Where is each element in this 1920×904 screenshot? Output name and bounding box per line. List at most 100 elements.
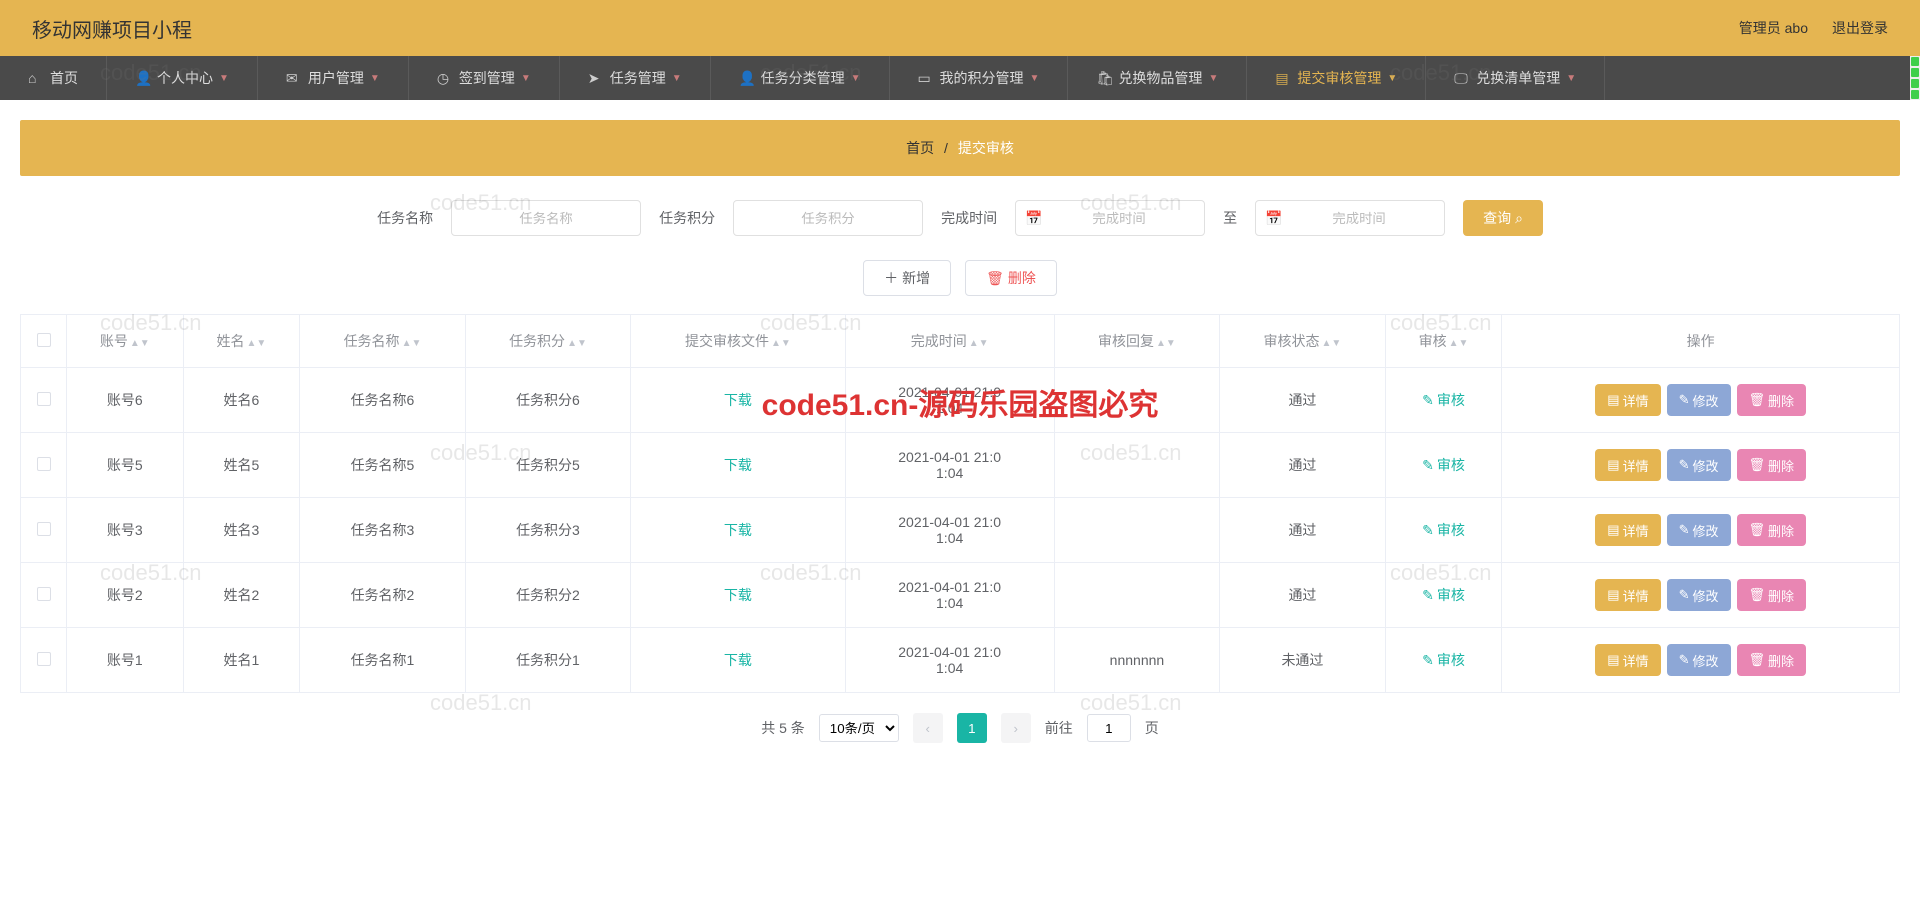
- row-checkbox[interactable]: [37, 392, 51, 406]
- edit-icon: ✎: [1679, 587, 1690, 603]
- app-title: 移动网赚项目小程: [32, 14, 192, 43]
- col-4[interactable]: 提交审核文件▲▼: [631, 315, 845, 368]
- filter-time-from[interactable]: [1015, 200, 1205, 236]
- edit-icon: ✎: [1422, 652, 1434, 669]
- detail-button[interactable]: ▤详情: [1595, 514, 1660, 546]
- audit-link[interactable]: ✎审核: [1422, 390, 1465, 410]
- pagination: 共 5 条 10条/页 ‹ 1 › 前往 页: [20, 693, 1900, 763]
- row-checkbox[interactable]: [37, 652, 51, 666]
- col-8[interactable]: 审核▲▼: [1385, 315, 1502, 368]
- nav-item-4[interactable]: ➤任务管理▼: [560, 56, 711, 100]
- table-row: 账号1 姓名1 任务名称1 任务积分1 下载 2021-04-01 21:01:…: [21, 628, 1900, 693]
- page-size-select[interactable]: 10条/页: [819, 714, 899, 742]
- col-6[interactable]: 审核回复▲▼: [1054, 315, 1220, 368]
- sort-icon: ▲▼: [969, 341, 989, 347]
- page-1-button[interactable]: 1: [957, 713, 987, 743]
- filter-name-input[interactable]: [451, 200, 641, 236]
- filter-score-input[interactable]: [733, 200, 923, 236]
- scroll-indicator: [1910, 56, 1920, 100]
- audit-link[interactable]: ✎审核: [1422, 520, 1465, 540]
- nav-item-3[interactable]: ◷签到管理▼: [409, 56, 560, 100]
- delete-row-button[interactable]: 🗑删除: [1737, 579, 1807, 611]
- col-1[interactable]: 姓名▲▼: [183, 315, 300, 368]
- goto-page-input[interactable]: [1087, 714, 1131, 742]
- delete-button[interactable]: 🗑删除: [965, 260, 1057, 296]
- download-link[interactable]: 下载: [724, 652, 752, 668]
- monitor-icon: 🖵: [1454, 70, 1470, 86]
- current-user[interactable]: 管理员 abo: [1739, 18, 1808, 38]
- row-checkbox[interactable]: [37, 522, 51, 536]
- edit-icon: ✎: [1422, 457, 1434, 474]
- row-checkbox[interactable]: [37, 587, 51, 601]
- nav-item-1[interactable]: 👤个人中心▼: [107, 56, 258, 100]
- col-0[interactable]: 账号▲▼: [67, 315, 184, 368]
- col-5[interactable]: 完成时间▲▼: [845, 315, 1054, 368]
- delete-row-button[interactable]: 🗑删除: [1737, 644, 1807, 676]
- detail-button[interactable]: ▤详情: [1595, 384, 1660, 416]
- mail-icon: ✉: [286, 70, 302, 86]
- trash-icon: 🗑: [1749, 457, 1766, 473]
- download-link[interactable]: 下载: [724, 587, 752, 603]
- next-page-button[interactable]: ›: [1001, 713, 1031, 743]
- doc-icon: ▤: [1607, 392, 1619, 408]
- edit-icon: ✎: [1679, 522, 1690, 538]
- breadcrumb: 首页 / 提交审核: [20, 120, 1900, 176]
- card-icon: ▭: [918, 70, 934, 86]
- download-link[interactable]: 下载: [724, 392, 752, 408]
- audit-link[interactable]: ✎审核: [1422, 650, 1465, 670]
- edit-button[interactable]: ✎修改: [1667, 644, 1731, 676]
- row-checkbox[interactable]: [37, 457, 51, 471]
- filter-bar: 任务名称 任务积分 完成时间 📅 至 📅 查询 ⌕: [20, 200, 1900, 236]
- main-nav: ⌂首页👤个人中心▼✉用户管理▼◷签到管理▼➤任务管理▼👤任务分类管理▼▭我的积分…: [0, 56, 1910, 100]
- delete-row-button[interactable]: 🗑删除: [1737, 514, 1807, 546]
- chevron-down-icon: ▼: [370, 73, 380, 84]
- col-9: 操作: [1502, 315, 1900, 368]
- sort-icon: ▲▼: [1322, 341, 1342, 347]
- header: 移动网赚项目小程 管理员 abo 退出登录: [0, 0, 1920, 56]
- delete-row-button[interactable]: 🗑删除: [1737, 449, 1807, 481]
- select-all-checkbox[interactable]: [37, 333, 51, 347]
- nav-item-2[interactable]: ✉用户管理▼: [258, 56, 409, 100]
- nav-item-6[interactable]: ▭我的积分管理▼: [890, 56, 1069, 100]
- chevron-down-icon: ▼: [1566, 73, 1576, 84]
- detail-button[interactable]: ▤详情: [1595, 644, 1660, 676]
- audit-link[interactable]: ✎审核: [1422, 585, 1465, 605]
- nav-item-9[interactable]: 🖵兑换清单管理▼: [1426, 56, 1605, 100]
- data-table: 账号▲▼姓名▲▼任务名称▲▼任务积分▲▼提交审核文件▲▼完成时间▲▼审核回复▲▼…: [20, 314, 1900, 693]
- col-3[interactable]: 任务积分▲▼: [465, 315, 631, 368]
- filter-time-to[interactable]: [1255, 200, 1445, 236]
- detail-button[interactable]: ▤详情: [1595, 579, 1660, 611]
- breadcrumb-home[interactable]: 首页: [906, 140, 934, 156]
- filter-score-label: 任务积分: [659, 208, 715, 228]
- trash-icon: 🗑: [986, 270, 1004, 287]
- trash-icon: 🗑: [1749, 392, 1766, 408]
- nav-item-5[interactable]: 👤任务分类管理▼: [711, 56, 890, 100]
- col-7[interactable]: 审核状态▲▼: [1220, 315, 1386, 368]
- table-row: 账号2 姓名2 任务名称2 任务积分2 下载 2021-04-01 21:01:…: [21, 563, 1900, 628]
- user-icon: 👤: [135, 70, 151, 86]
- sort-icon: ▲▼: [771, 341, 791, 347]
- delete-row-button[interactable]: 🗑删除: [1737, 384, 1807, 416]
- add-button[interactable]: ＋新增: [863, 260, 951, 296]
- edit-button[interactable]: ✎修改: [1667, 384, 1731, 416]
- edit-button[interactable]: ✎修改: [1667, 514, 1731, 546]
- home-icon: ⌂: [28, 70, 44, 86]
- filter-name-label: 任务名称: [377, 208, 433, 228]
- nav-item-7[interactable]: 🛍兑换物品管理▼: [1068, 56, 1247, 100]
- audit-link[interactable]: ✎审核: [1422, 455, 1465, 475]
- nav-item-0[interactable]: ⌂首页: [0, 56, 107, 100]
- detail-button[interactable]: ▤详情: [1595, 449, 1660, 481]
- download-link[interactable]: 下载: [724, 457, 752, 473]
- query-button[interactable]: 查询 ⌕: [1463, 200, 1543, 236]
- clock-icon: ◷: [437, 70, 453, 86]
- edit-button[interactable]: ✎修改: [1667, 579, 1731, 611]
- search-icon: ⌕: [1515, 210, 1523, 227]
- download-link[interactable]: 下载: [724, 522, 752, 538]
- nav-item-8[interactable]: ▤提交审核管理▼: [1247, 56, 1426, 100]
- logout-link[interactable]: 退出登录: [1832, 18, 1888, 38]
- col-2[interactable]: 任务名称▲▼: [300, 315, 466, 368]
- sort-icon: ▲▼: [1156, 341, 1176, 347]
- edit-button[interactable]: ✎修改: [1667, 449, 1731, 481]
- edit-icon: ✎: [1422, 587, 1434, 604]
- prev-page-button[interactable]: ‹: [913, 713, 943, 743]
